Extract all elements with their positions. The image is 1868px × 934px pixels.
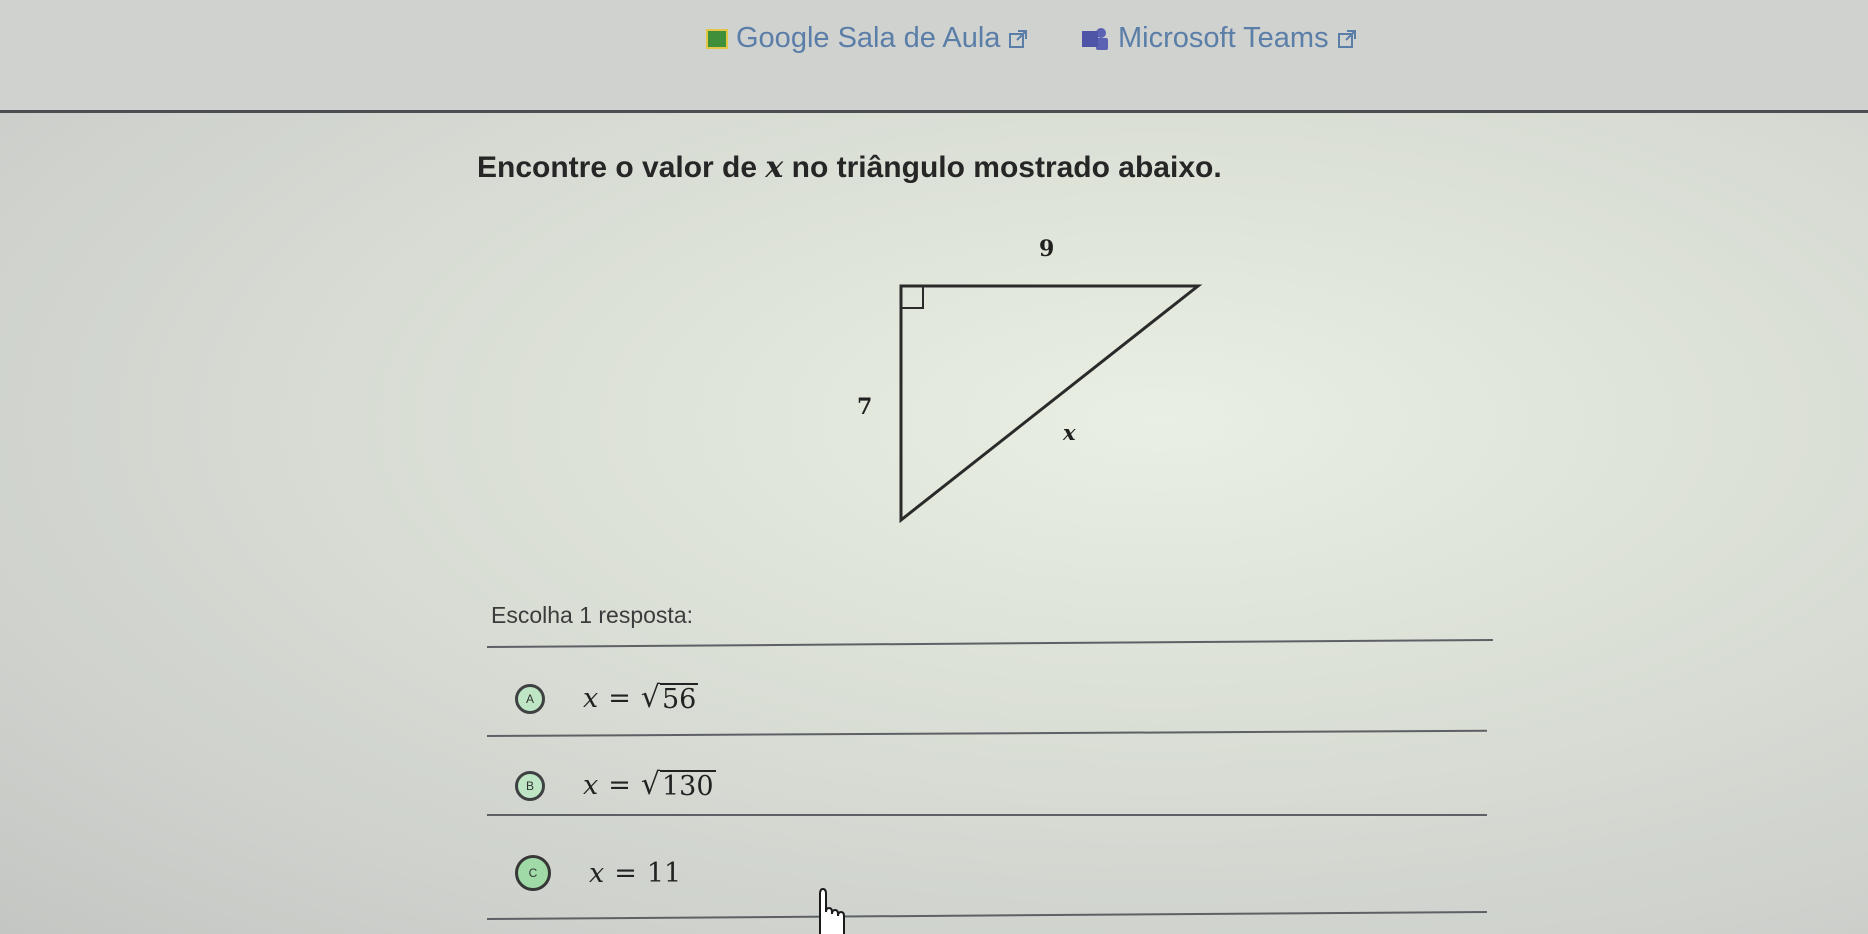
radio-button-a[interactable]: A bbox=[515, 683, 545, 714]
answer-a-equals: = bbox=[608, 683, 631, 714]
question-suffix: no triângulo mostrado abaixo. bbox=[783, 151, 1222, 184]
radio-button-c[interactable]: C bbox=[515, 855, 551, 891]
answer-b-radicand: 130 bbox=[659, 770, 716, 802]
divider bbox=[486, 638, 1493, 648]
answer-option-a[interactable]: A x = √ 56 bbox=[515, 680, 699, 715]
divider bbox=[487, 814, 1487, 816]
page: Google Sala de Aula Microsoft Teams Enco… bbox=[0, 0, 1868, 934]
divider bbox=[486, 911, 1487, 920]
answer-c-expression: x = 11 bbox=[589, 858, 681, 889]
answer-a-variable: x bbox=[583, 683, 599, 714]
answer-option-c[interactable]: C x = 11 bbox=[515, 855, 681, 891]
square-root-icon: √ 56 bbox=[640, 680, 699, 715]
answer-a-expression: x = √ 56 bbox=[583, 680, 699, 715]
question-variable: x bbox=[765, 150, 784, 185]
answer-c-variable: x bbox=[589, 857, 605, 889]
square-root-icon: √ 130 bbox=[640, 767, 716, 802]
answer-option-b[interactable]: B x = √ 130 bbox=[515, 770, 716, 802]
radio-button-b[interactable]: B bbox=[515, 770, 545, 801]
question-prefix: Encontre o valor de bbox=[477, 151, 766, 184]
right-triangle-figure bbox=[899, 284, 1203, 524]
google-classroom-link[interactable]: Google Sala de Aula bbox=[706, 22, 1028, 55]
answer-c-value: 11 bbox=[646, 857, 682, 889]
external-link-icon bbox=[1337, 29, 1356, 48]
external-link-icon bbox=[1009, 29, 1028, 48]
answer-b-equals: = bbox=[608, 770, 631, 801]
answer-c-equals: = bbox=[614, 857, 637, 889]
microsoft-teams-link[interactable]: Microsoft Teams bbox=[1082, 22, 1357, 55]
right-angle-marker bbox=[900, 285, 924, 309]
triangle-shape bbox=[899, 284, 1203, 524]
top-links-bar: Google Sala de Aula Microsoft Teams bbox=[0, 0, 1868, 113]
google-classroom-label: Google Sala de Aula bbox=[736, 22, 1001, 54]
left-leg-label: 7 bbox=[857, 394, 873, 420]
answer-a-radicand: 56 bbox=[659, 683, 699, 715]
google-classroom-icon bbox=[706, 28, 728, 49]
answer-b-expression: x = √ 130 bbox=[583, 770, 716, 802]
question-text: Encontre o valor de x no triângulo mostr… bbox=[477, 150, 1222, 185]
microsoft-teams-label: Microsoft Teams bbox=[1118, 22, 1329, 54]
hand-cursor-icon bbox=[819, 888, 845, 934]
answer-prompt: Escolha 1 resposta: bbox=[491, 602, 694, 628]
answer-b-variable: x bbox=[583, 770, 599, 801]
microsoft-teams-icon bbox=[1082, 27, 1110, 50]
divider bbox=[486, 729, 1487, 737]
hypotenuse-label: x bbox=[1063, 420, 1076, 445]
top-leg-label: 9 bbox=[1039, 236, 1055, 262]
